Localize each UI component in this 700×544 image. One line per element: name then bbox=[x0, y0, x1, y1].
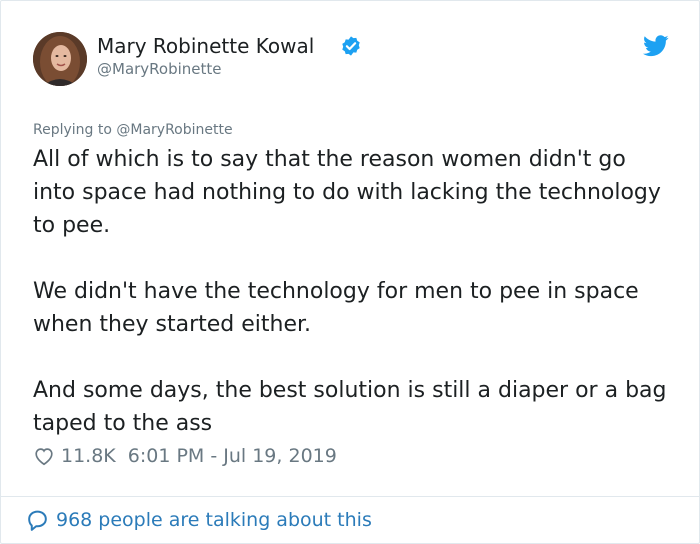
talking-label[interactable]: 968 people are talking about this bbox=[56, 507, 372, 533]
tweet-paragraph: And some days, the best solution is stil… bbox=[33, 378, 667, 436]
tweet-text: All of which is to say that the reason w… bbox=[33, 143, 673, 473]
timestamp[interactable]: 6:01 PM - Jul 19, 2019 bbox=[128, 443, 337, 469]
like-count[interactable]: 11.8K bbox=[61, 443, 116, 469]
conversation-link[interactable]: 968 people are talking about this bbox=[25, 507, 372, 533]
tweet-paragraph: We didn't have the technology for men to… bbox=[33, 279, 639, 337]
divider bbox=[1, 496, 699, 497]
author-handle[interactable]: @MaryRobinette bbox=[97, 59, 222, 79]
verified-badge-icon bbox=[342, 36, 360, 56]
avatar[interactable] bbox=[33, 32, 87, 86]
speech-bubble-icon bbox=[28, 510, 47, 531]
heart-icon[interactable] bbox=[33, 445, 55, 467]
author-name[interactable]: Mary Robinette Kowal bbox=[97, 33, 314, 59]
tweet-card: Mary Robinette Kowal @MaryRobinette Repl… bbox=[0, 0, 700, 544]
tweet-meta: 11.8K 6:01 PM - Jul 19, 2019 bbox=[33, 443, 337, 469]
replying-to[interactable]: Replying to @MaryRobinette bbox=[33, 121, 233, 139]
twitter-bird-icon[interactable] bbox=[643, 35, 669, 57]
tweet-paragraph: All of which is to say that the reason w… bbox=[33, 147, 661, 238]
